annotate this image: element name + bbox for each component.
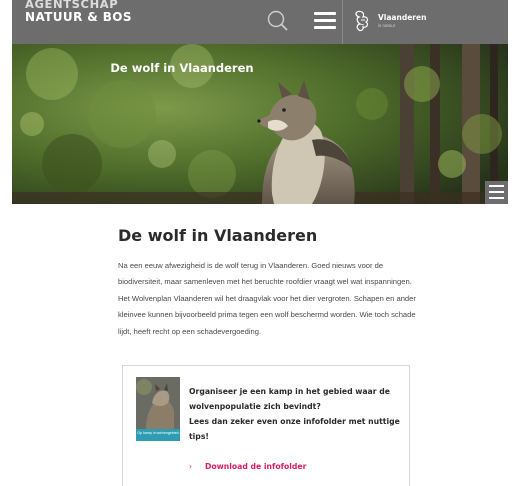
download-link-label: Download de infofolder [205,462,307,471]
hero-banner: De wolf in Vlaanderen [12,44,508,204]
promo-tip: Lees dan zeker even onze infofolder met … [189,417,400,441]
site-logo[interactable]: AGENTSCHAP NATUUR & BOS [25,0,132,24]
hamburger-menu-icon [489,185,504,187]
vlaanderen-label: Vlaanderen [378,13,427,22]
wolf-cover-photo [136,377,180,429]
brand-line-2: NATUUR & BOS [25,10,132,24]
hero-title: De wolf in Vlaanderen [110,61,254,75]
search-icon [267,10,288,31]
hamburger-menu-icon [314,12,336,15]
flemish-lion-icon [355,10,369,32]
folder-cover-image[interactable]: Op kamp in wolvengebied [136,377,180,441]
vlaanderen-logo[interactable]: Vlaanderen is natuur [342,0,442,44]
site-header: AGENTSCHAP NATUUR & BOS Vlaanderen is na… [12,0,508,44]
menu-button[interactable] [312,8,338,34]
infofolder-card: Op kamp in wolvengebied Organiseer je ee… [122,365,410,486]
cover-label: Op kamp in wolvengebied [136,429,180,441]
chevron-right-icon: › [189,462,193,471]
promo-text: Organiseer je een kamp in het gebied waa… [189,384,404,444]
promo-question: Organiseer je een kamp in het gebied waa… [189,387,390,411]
search-button[interactable] [260,4,296,40]
download-infofolder-link[interactable]: › Download de infofolder [189,462,306,471]
section-menu-button[interactable] [485,181,508,204]
page-title: De wolf in Vlaanderen [118,226,318,245]
intro-paragraph: Na een eeuw afwezigheid is de wolf terug… [118,261,416,336]
vlaanderen-subtitle: is natuur [378,23,396,28]
header-divider [342,0,343,44]
